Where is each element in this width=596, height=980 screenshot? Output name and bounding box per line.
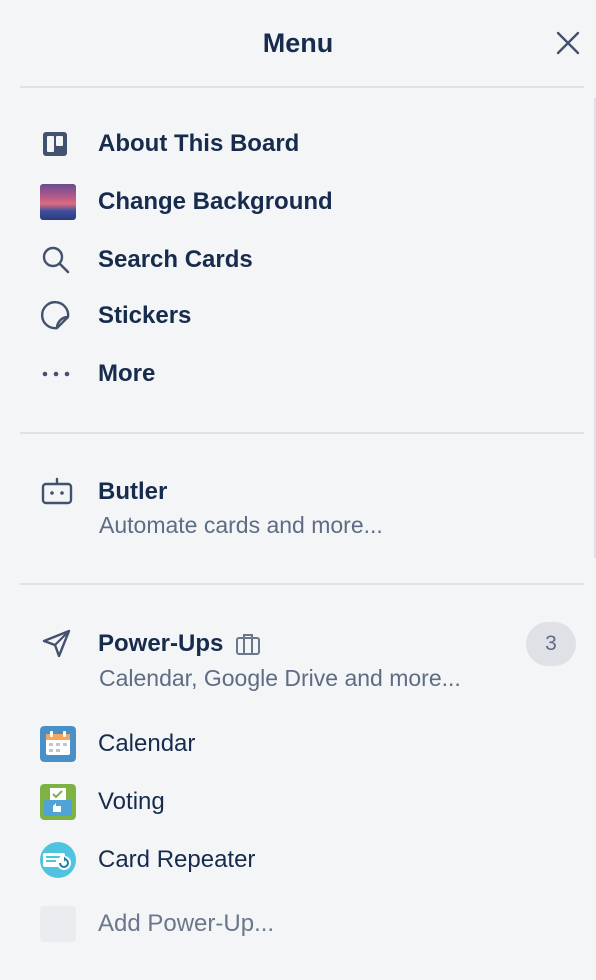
power-ups-title: Power-Ups (98, 630, 224, 657)
menu-item-label: Search Cards (98, 246, 253, 273)
menu-item-label: About This Board (98, 130, 300, 157)
more-icon (40, 355, 78, 393)
divider (20, 432, 584, 434)
close-button[interactable] (553, 28, 583, 58)
menu-item-search-cards[interactable]: Search Cards (40, 240, 540, 280)
card-repeater-powerup-icon (40, 842, 76, 878)
close-icon (556, 31, 580, 55)
menu-item-change-background[interactable]: Change Background (40, 182, 540, 222)
butler-subtitle: Automate cards and more... (99, 512, 383, 538)
menu-header: Menu (0, 0, 596, 88)
menu-item-label: More (98, 360, 156, 387)
voting-powerup-icon (40, 784, 76, 820)
power-ups-count-badge: 3 (526, 622, 576, 666)
menu-item-label: Change Background (98, 188, 333, 215)
power-up-label: Card Repeater (98, 846, 256, 873)
menu-item-stickers[interactable]: Stickers (40, 296, 540, 336)
add-power-up-label: Add Power-Up... (98, 910, 275, 937)
add-power-up-placeholder-icon (40, 906, 76, 942)
power-up-item-voting[interactable]: Voting (40, 782, 540, 822)
menu-item-butler[interactable]: Butler (40, 472, 540, 512)
power-up-item-calendar[interactable]: Calendar (40, 724, 540, 764)
add-power-up-button[interactable]: Add Power-Up... (40, 904, 540, 944)
calendar-powerup-icon (40, 726, 76, 762)
power-up-label: Voting (98, 788, 165, 815)
menu-title: Menu (262, 28, 334, 58)
power-up-item-card-repeater[interactable]: Card Repeater (40, 840, 540, 880)
power-up-label: Calendar (98, 730, 196, 757)
divider (20, 86, 584, 88)
menu-item-label: Stickers (98, 302, 192, 329)
briefcase-icon (235, 632, 261, 656)
menu-item-more[interactable]: More (40, 354, 540, 394)
search-icon (40, 241, 78, 279)
power-ups-subtitle: Calendar, Google Drive and more... (99, 665, 461, 691)
board-icon (40, 125, 78, 163)
menu-item-power-ups[interactable]: Power-Ups (40, 624, 540, 664)
menu-item-about-board[interactable]: About This Board (40, 124, 540, 164)
background-thumbnail (40, 184, 76, 220)
butler-title: Butler (98, 478, 168, 505)
sticker-icon (40, 297, 78, 335)
rocket-icon (40, 625, 78, 663)
butler-robot-icon (40, 473, 78, 511)
divider (20, 583, 584, 585)
